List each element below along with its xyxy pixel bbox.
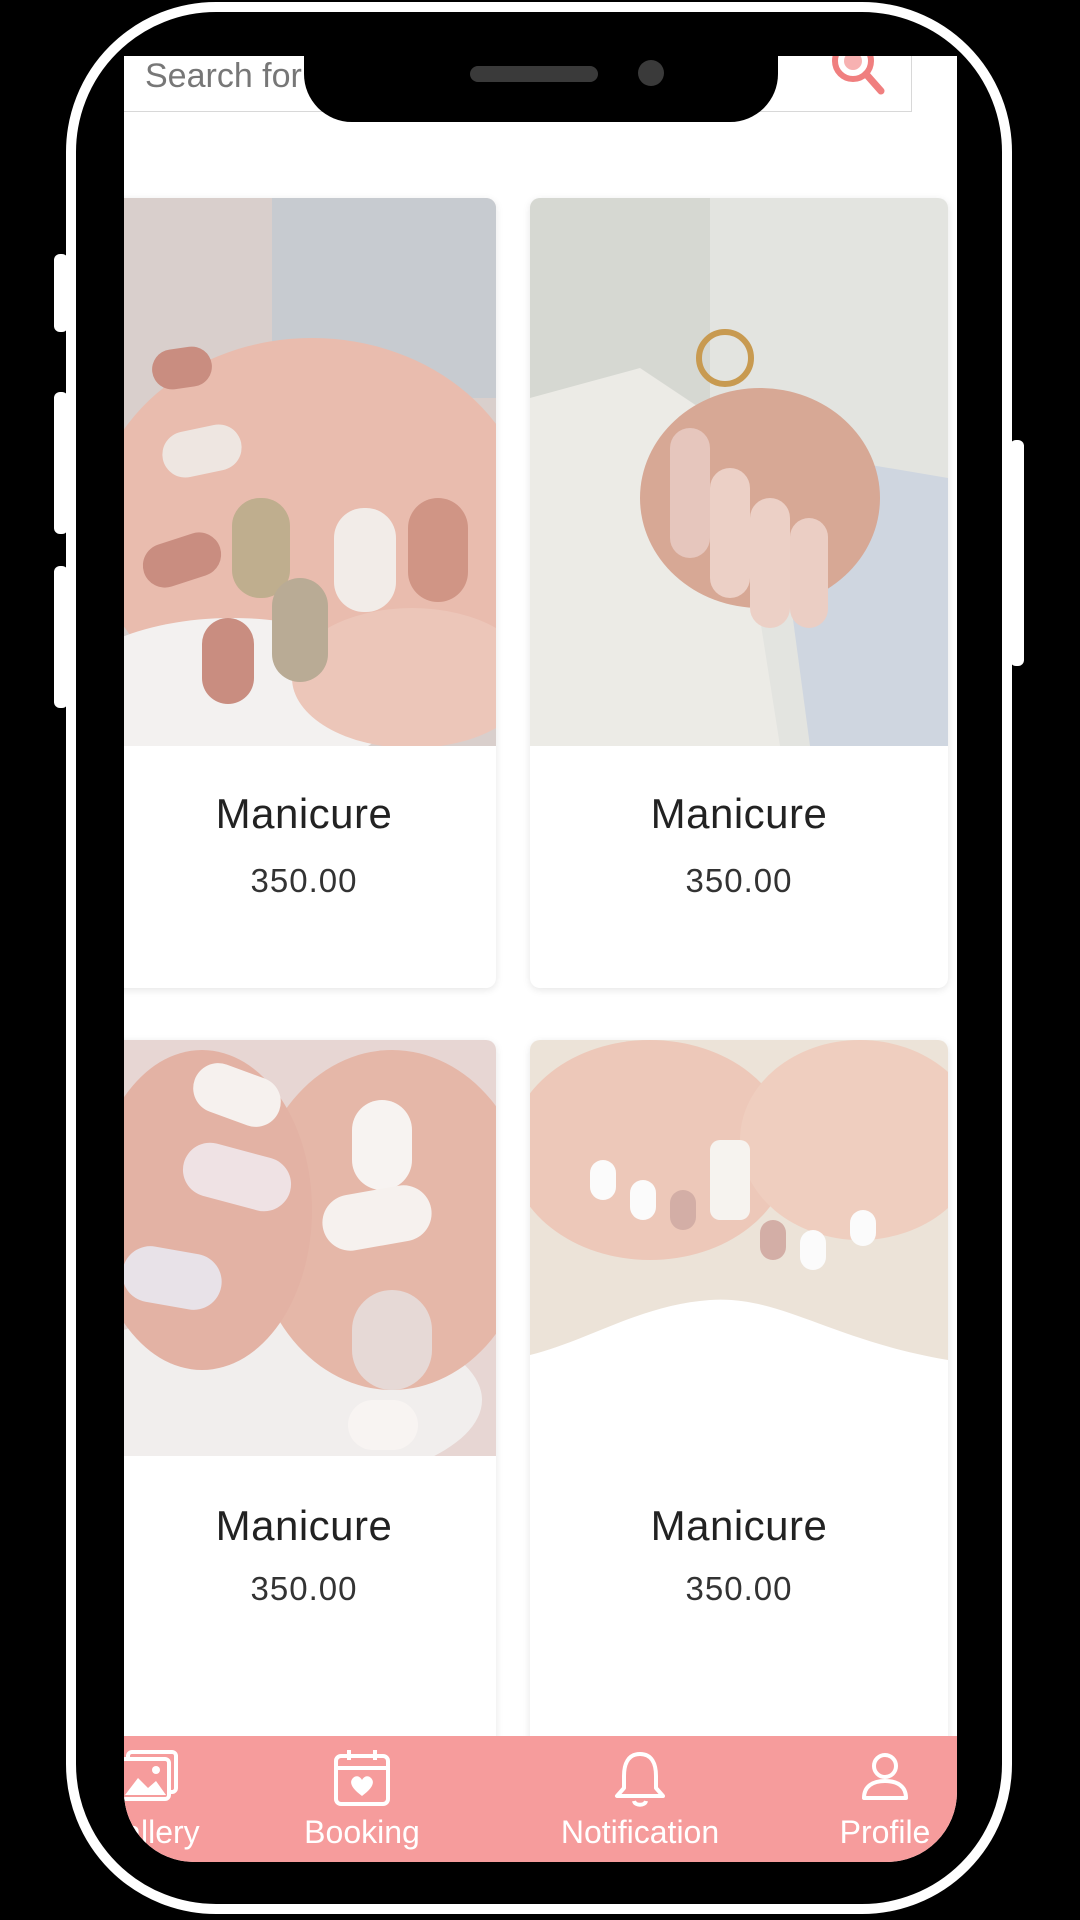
service-title: Manicure	[650, 1502, 828, 1549]
service-card[interactable]: Manicure 350.00	[530, 1040, 948, 1758]
service-price: 350.00	[685, 862, 793, 899]
service-price: 350.00	[685, 1570, 793, 1607]
nav-label-booking: Booking	[304, 1814, 420, 1850]
calendar-icon	[334, 1750, 390, 1806]
speaker-grille	[470, 66, 598, 82]
profile-icon	[862, 1753, 908, 1800]
nav-item-profile[interactable]: Profile	[810, 1736, 957, 1862]
service-price: 350.00	[250, 1570, 358, 1607]
service-title: Manicure	[215, 1502, 393, 1549]
service-card[interactable]: Manicure 350.00	[530, 198, 948, 988]
app-screen: Manicure 350.00 Manicure 350.00	[124, 56, 957, 1862]
service-title: Manicure	[215, 790, 393, 837]
mute-switch	[54, 254, 68, 332]
service-price: 350.00	[250, 862, 358, 899]
front-camera	[638, 60, 664, 86]
volume-down-button	[54, 566, 68, 708]
nav-item-booking[interactable]: Booking	[272, 1736, 452, 1862]
volume-up-button	[54, 392, 68, 534]
bell-icon	[615, 1752, 665, 1807]
bottom-nav: Gallery Booking Notification	[124, 1736, 957, 1862]
gallery-icon	[124, 1750, 178, 1801]
service-card[interactable]: Manicure 350.00	[124, 1040, 496, 1758]
service-image	[530, 1040, 948, 1370]
service-image	[530, 198, 948, 746]
search-icon[interactable]	[821, 56, 891, 97]
service-title: Manicure	[650, 790, 828, 837]
service-card[interactable]: Manicure 350.00	[124, 198, 496, 988]
nav-label-gallery: Gallery	[124, 1814, 200, 1850]
nav-item-notification[interactable]: Notification	[520, 1736, 760, 1862]
power-button	[1010, 440, 1024, 666]
nav-label-notification: Notification	[560, 1814, 720, 1850]
service-image	[124, 198, 496, 746]
phone-notch	[304, 44, 778, 122]
nav-label-profile: Profile	[839, 1814, 931, 1850]
service-image	[124, 1040, 496, 1456]
nav-item-gallery[interactable]: Gallery	[124, 1736, 264, 1862]
